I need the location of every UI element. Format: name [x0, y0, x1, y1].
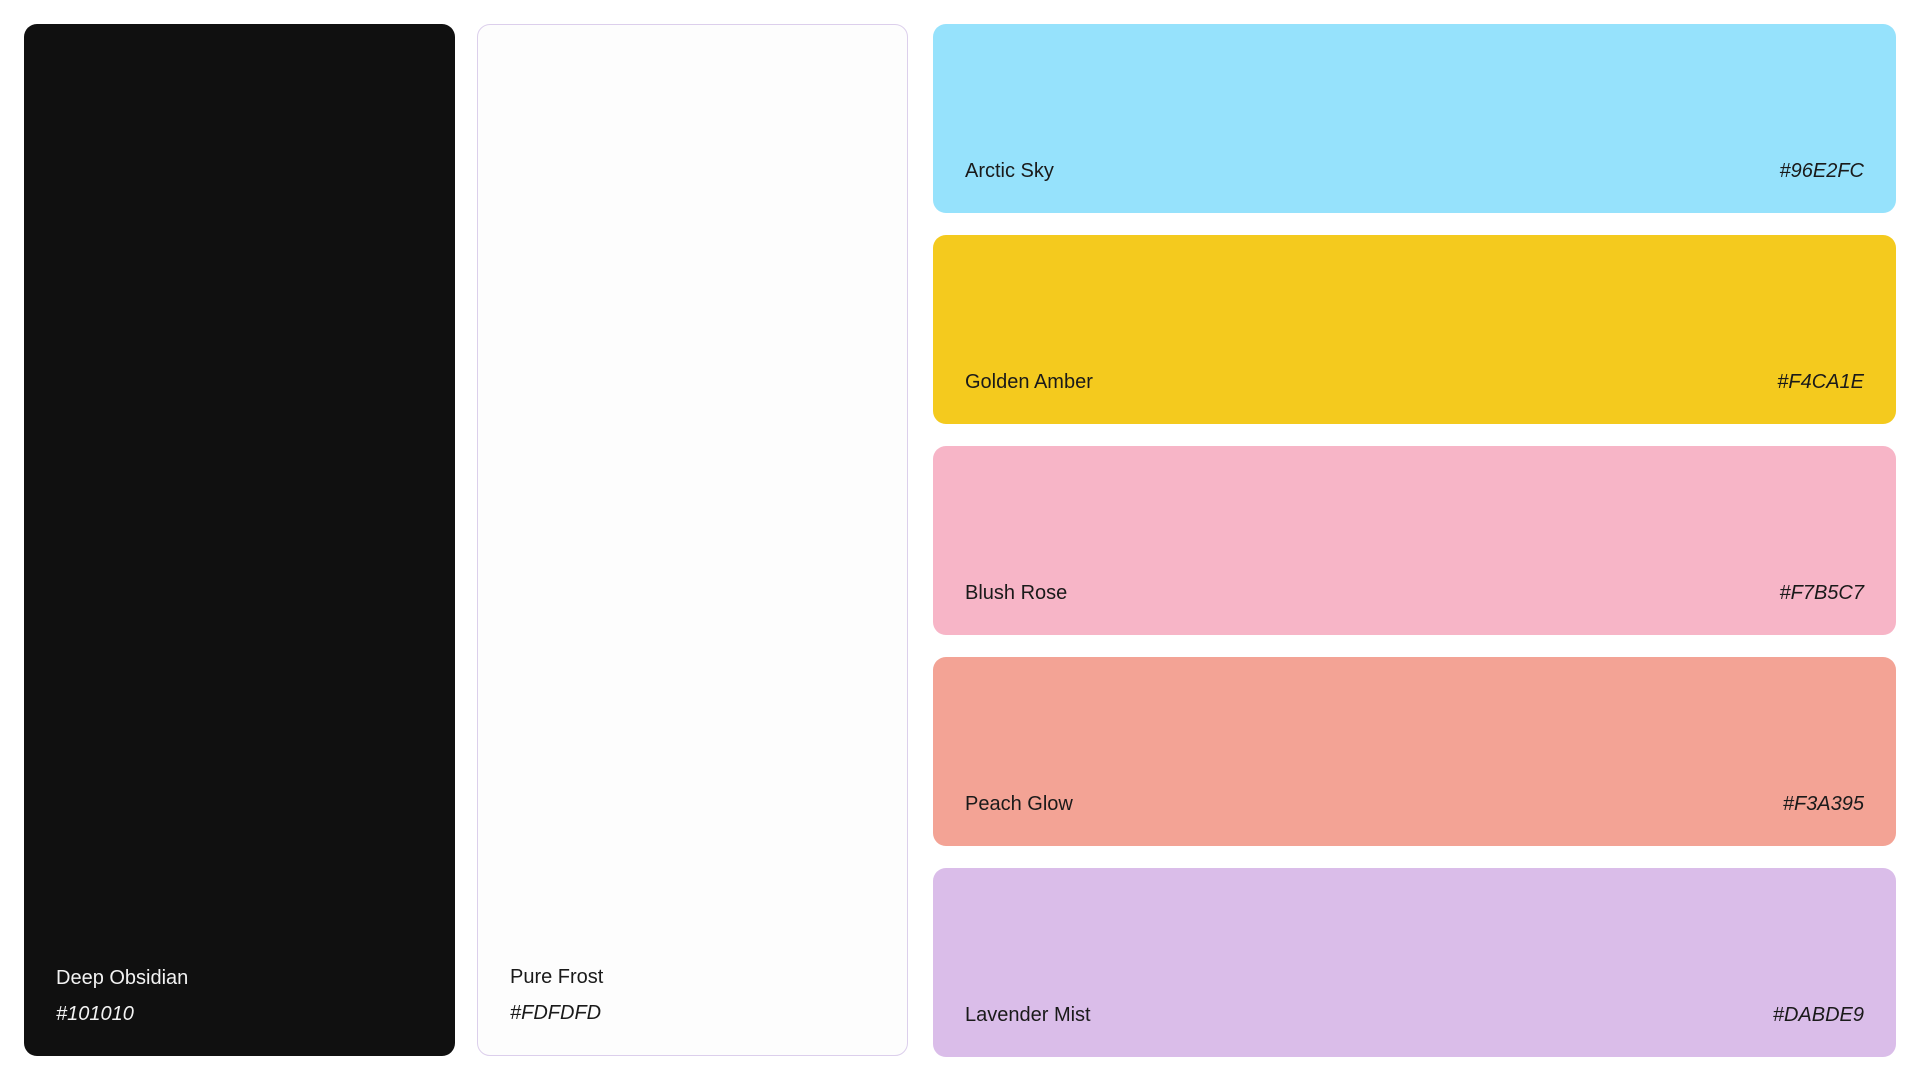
- swatch-golden-amber: Golden Amber #F4CA1E: [933, 235, 1896, 424]
- swatch-hex: #101010: [56, 1003, 134, 1025]
- swatch-name: Deep Obsidian: [56, 967, 189, 989]
- swatch-name: Lavender Mist: [965, 1004, 1091, 1026]
- swatch-name: Blush Rose: [965, 582, 1068, 604]
- swatch-peach-glow: Peach Glow #F3A395: [933, 657, 1896, 846]
- swatch-hex: #F7B5C7: [1779, 582, 1865, 604]
- swatch-blush-rose: Blush Rose #F7B5C7: [933, 446, 1896, 635]
- swatch-lavender-mist: Lavender Mist #DABDE9: [933, 868, 1896, 1057]
- swatch-name: Peach Glow: [965, 793, 1073, 815]
- swatch-deep-obsidian: Deep Obsidian #101010: [24, 24, 455, 1056]
- swatch-hex: #F3A395: [1782, 793, 1864, 815]
- swatch-hex: #FDFDFD: [510, 1002, 602, 1024]
- swatch-pure-frost: Pure Frost #FDFDFD: [477, 24, 908, 1056]
- swatch-name: Golden Amber: [965, 371, 1093, 393]
- swatch-arctic-sky: Arctic Sky #96E2FC: [933, 24, 1896, 213]
- color-palette: Deep Obsidian #101010 Pure Frost #FDFDFD…: [0, 0, 1920, 1080]
- swatch-name: Arctic Sky: [965, 160, 1054, 182]
- swatch-hex: #96E2FC: [1779, 160, 1865, 182]
- swatch-hex: #F4CA1E: [1777, 371, 1864, 393]
- swatch-name: Pure Frost: [510, 966, 604, 988]
- swatch-hex: #DABDE9: [1772, 1004, 1864, 1026]
